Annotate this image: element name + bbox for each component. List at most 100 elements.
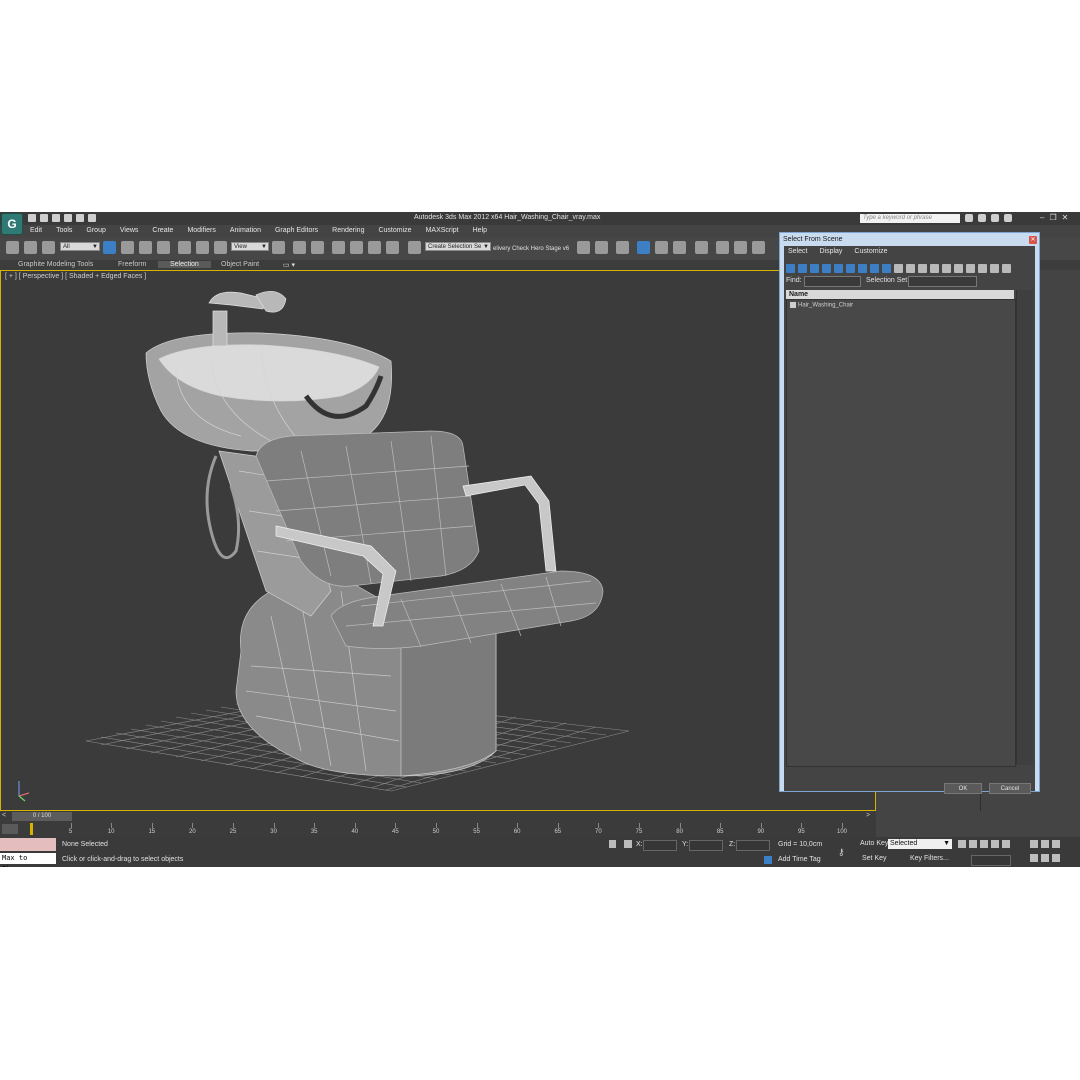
slider-prev-icon[interactable]: < xyxy=(2,812,6,819)
mini-curve-editor-icon[interactable] xyxy=(2,824,18,834)
selection-lock-icon[interactable] xyxy=(609,840,616,848)
set-key-button[interactable]: Set Key xyxy=(862,855,887,862)
rotate-icon[interactable] xyxy=(196,241,209,254)
dialog-menu-display[interactable]: Display xyxy=(819,248,842,255)
display-geometry-icon[interactable] xyxy=(786,264,795,273)
go-to-end-icon[interactable] xyxy=(1002,840,1010,848)
go-to-start-icon[interactable] xyxy=(958,840,966,848)
rendered-frame-window-icon[interactable] xyxy=(734,241,747,254)
named-selection-dropdown[interactable]: Create Selection Se ▼ xyxy=(425,242,491,251)
help-search-input[interactable]: Type a keyword or phrase xyxy=(860,214,960,223)
scene-object-list[interactable]: Hair_Washing_Chair xyxy=(786,299,1016,767)
align-icon[interactable] xyxy=(595,241,608,254)
binoculars-icon[interactable] xyxy=(965,214,973,222)
mirror-icon[interactable] xyxy=(577,241,590,254)
ribbon-options-icon[interactable]: ▭ ▾ xyxy=(283,261,295,269)
window-crossing-icon[interactable] xyxy=(157,241,170,254)
select-by-name-icon[interactable] xyxy=(121,241,134,254)
time-tag-icon[interactable] xyxy=(764,856,772,864)
select-invert-icon[interactable] xyxy=(954,264,963,273)
redo-icon[interactable] xyxy=(76,214,84,222)
current-frame-input[interactable] xyxy=(971,855,1011,866)
edit-named-selection-icon[interactable] xyxy=(408,241,421,254)
select-none-icon[interactable] xyxy=(942,264,951,273)
bind-space-warp-icon[interactable] xyxy=(42,241,55,254)
y-coord-input[interactable] xyxy=(689,840,723,851)
menu-tools[interactable]: Tools xyxy=(48,225,78,237)
tab-graphite-modeling-tools[interactable]: Graphite Modeling Tools xyxy=(18,261,93,268)
selection-set-dropdown[interactable] xyxy=(908,276,977,287)
menu-customize[interactable]: Customize xyxy=(370,225,417,237)
display-none-icon[interactable] xyxy=(906,264,915,273)
select-all-icon[interactable] xyxy=(930,264,939,273)
spinner-snap-icon[interactable] xyxy=(386,241,399,254)
open-file-icon[interactable] xyxy=(40,214,48,222)
add-time-tag[interactable]: Add Time Tag xyxy=(778,856,821,863)
name-column-header[interactable]: Name xyxy=(786,290,1014,299)
list-scrollbar[interactable] xyxy=(1016,290,1033,765)
tab-freeform[interactable]: Freeform xyxy=(118,261,146,268)
select-and-manipulate-icon[interactable] xyxy=(293,241,306,254)
display-cameras-icon[interactable] xyxy=(822,264,831,273)
absolute-mode-icon[interactable] xyxy=(624,840,632,848)
z-coord-input[interactable] xyxy=(736,840,770,851)
curve-editor-icon[interactable] xyxy=(655,241,668,254)
menu-graph-editors[interactable]: Graph Editors xyxy=(267,225,324,237)
save-file-icon[interactable] xyxy=(52,214,60,222)
find-input[interactable] xyxy=(804,276,861,287)
menu-maxscript[interactable]: MAXScript xyxy=(418,225,465,237)
rectangular-selection-icon[interactable] xyxy=(139,241,152,254)
percent-snap-icon[interactable] xyxy=(368,241,381,254)
render-setup-icon[interactable] xyxy=(716,241,729,254)
snaps-toggle-icon[interactable] xyxy=(332,241,345,254)
display-children-icon[interactable] xyxy=(966,264,975,273)
dialog-menu-select[interactable]: Select xyxy=(788,248,807,255)
orbit-icon[interactable] xyxy=(1052,840,1060,848)
menu-create[interactable]: Create xyxy=(144,225,179,237)
key-mode-dropdown[interactable]: Selected ▼ xyxy=(888,839,952,849)
minimize-icon[interactable]: – xyxy=(1040,213,1044,222)
maximize-viewport-icon[interactable] xyxy=(1052,854,1060,862)
selection-filter-dropdown[interactable]: All ▼ xyxy=(60,242,100,251)
select-object-icon[interactable] xyxy=(103,241,116,254)
previous-frame-icon[interactable] xyxy=(969,840,977,848)
project-folder-icon[interactable] xyxy=(88,214,96,222)
list-item[interactable]: Hair_Washing_Chair xyxy=(790,302,853,309)
display-xrefs-icon[interactable] xyxy=(870,264,879,273)
tab-object-paint[interactable]: Object Paint xyxy=(221,261,259,268)
pan-icon[interactable] xyxy=(1041,854,1049,862)
angle-snap-icon[interactable] xyxy=(350,241,363,254)
key-filters-button[interactable]: Key Filters... xyxy=(910,855,949,862)
display-groups-icon[interactable] xyxy=(858,264,867,273)
layer-manager-icon[interactable] xyxy=(616,241,629,254)
keyboard-shortcut-toggle-icon[interactable] xyxy=(311,241,324,254)
x-coord-input[interactable] xyxy=(643,840,677,851)
auto-key-button[interactable]: Auto Key xyxy=(860,840,888,847)
pivot-center-icon[interactable] xyxy=(272,241,285,254)
menu-views[interactable]: Views xyxy=(112,225,145,237)
maxscript-listener-mini[interactable] xyxy=(0,838,56,851)
undo-icon[interactable] xyxy=(64,214,72,222)
display-helpers-icon[interactable] xyxy=(834,264,843,273)
field-of-view-icon[interactable] xyxy=(1030,854,1038,862)
display-all-icon[interactable] xyxy=(894,264,903,273)
display-invert-icon[interactable] xyxy=(918,264,927,273)
menu-rendering[interactable]: Rendering xyxy=(324,225,370,237)
material-editor-icon[interactable] xyxy=(695,241,708,254)
communication-center-icon[interactable] xyxy=(978,214,986,222)
viewport-label[interactable]: [ + ] [ Perspective ] [ Shaded + Edged F… xyxy=(5,273,146,280)
link-icon[interactable] xyxy=(6,241,19,254)
cancel-button[interactable]: Cancel xyxy=(989,783,1031,794)
menu-edit[interactable]: Edit xyxy=(22,225,48,237)
time-slider[interactable]: 0 / 100 xyxy=(12,812,72,821)
slider-next-icon[interactable]: > xyxy=(866,812,870,819)
toolbar-script-buttons[interactable]: elivery Check Hero Stage v6 xyxy=(493,246,569,252)
app-logo-button[interactable]: G xyxy=(1,213,23,235)
restore-icon[interactable]: ❐ xyxy=(1049,213,1056,222)
favorites-star-icon[interactable] xyxy=(991,214,999,222)
next-frame-icon[interactable] xyxy=(991,840,999,848)
play-icon[interactable] xyxy=(980,840,988,848)
display-space-warps-icon[interactable] xyxy=(846,264,855,273)
tab-selection[interactable]: Selection xyxy=(158,261,211,268)
unlink-icon[interactable] xyxy=(24,241,37,254)
